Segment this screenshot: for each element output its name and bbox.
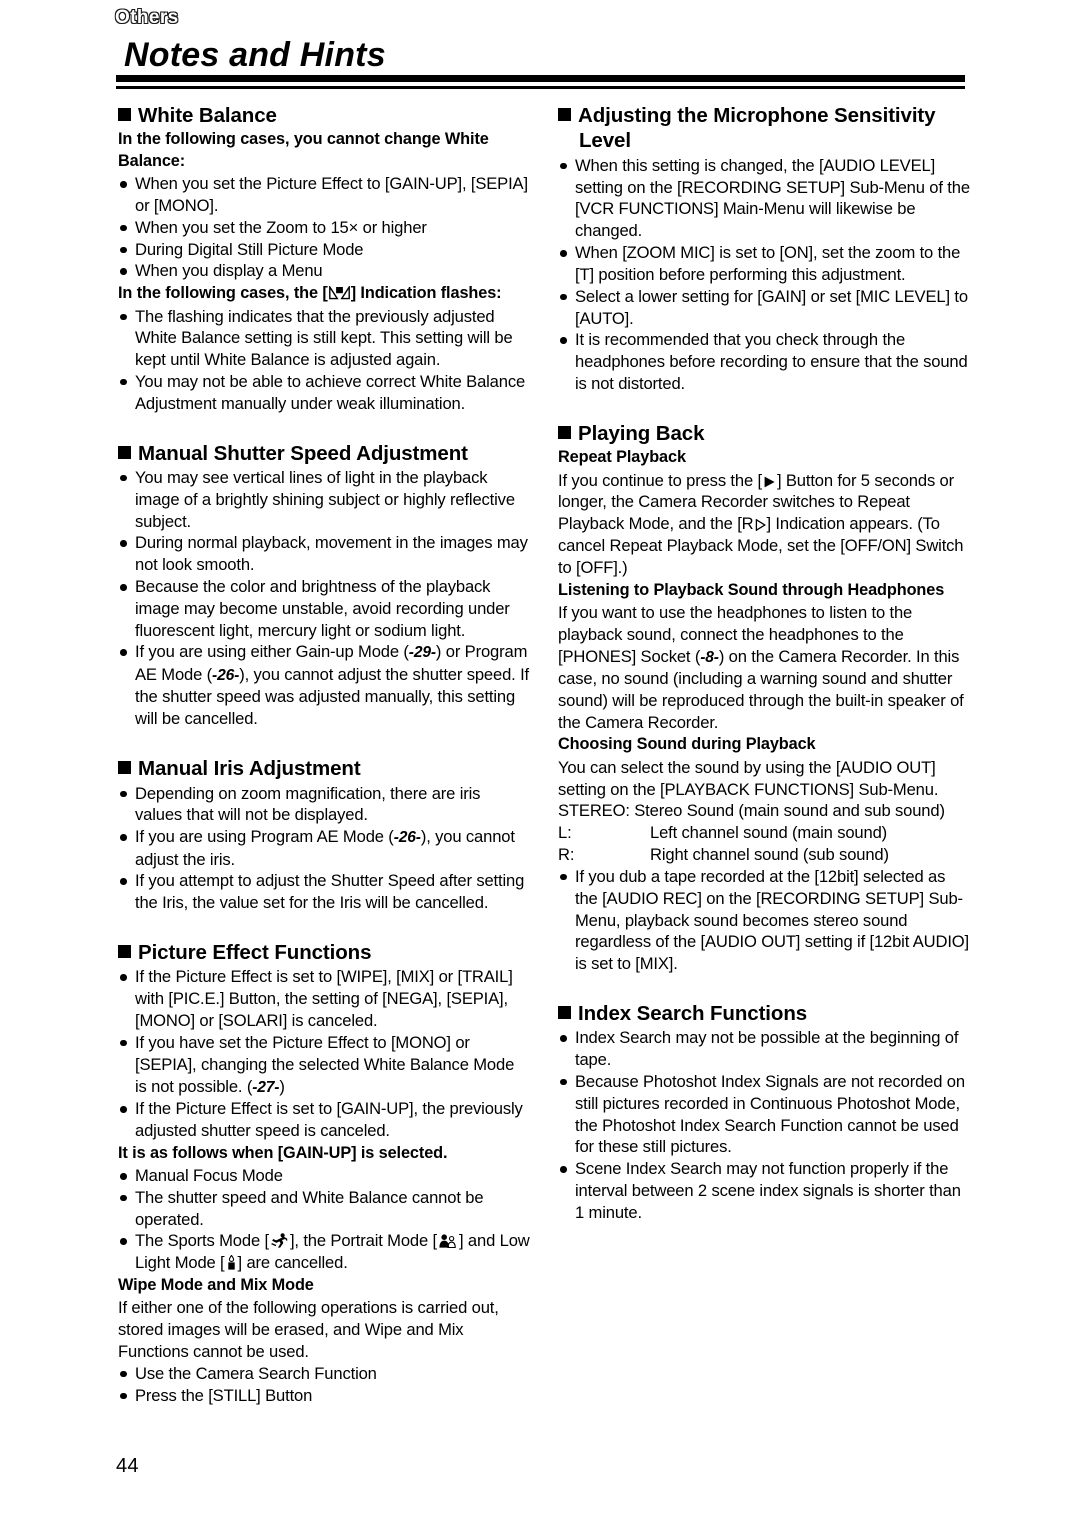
list-item: When you display a Menu xyxy=(118,260,530,282)
repeat-playback-subtitle: Repeat Playback xyxy=(558,448,686,467)
header-rule-thick xyxy=(116,75,965,82)
headphones-paragraph: If you want to use the headphones to lis… xyxy=(558,602,964,732)
section-heading-white-balance: White Balance xyxy=(118,103,530,128)
microphone-sensitivity-bullets: When this setting is changed, the [AUDIO… xyxy=(558,155,970,395)
list-item: Because the color and brightness of the … xyxy=(118,576,530,641)
channel-value: Right channel sound (sub sound) xyxy=(650,845,889,865)
page-reference: -29- xyxy=(408,644,436,662)
sports-mode-icon xyxy=(271,1233,288,1249)
manual-iris-bullets: Depending on zoom magnification, there a… xyxy=(118,783,530,915)
list-item: During Digital Still Picture Mode xyxy=(118,239,530,261)
list-item: The flashing indicates that the previous… xyxy=(118,306,530,371)
manual-page: Others Notes and Hints White Balance In … xyxy=(0,0,1080,1526)
list-item: When [ZOOM MIC] is set to [ON], set the … xyxy=(558,242,970,286)
play-icon xyxy=(763,476,776,488)
bullet-square-icon xyxy=(118,945,131,959)
list-item: You may see vertical lines of light in t… xyxy=(118,467,530,532)
page-reference: -26- xyxy=(212,666,240,684)
wipe-mix-bullets: Use the Camera Search Function Press the… xyxy=(118,1363,530,1407)
list-item: When this setting is changed, the [AUDIO… xyxy=(558,155,970,242)
section-heading-index-search: Index Search Functions xyxy=(558,1001,970,1026)
repeat-play-icon xyxy=(755,519,766,532)
choosing-sound-subtitle: Choosing Sound during Playback xyxy=(558,735,816,754)
list-item: If you have set the Picture Effect to [M… xyxy=(118,1032,530,1098)
list-item: Depending on zoom magnification, there a… xyxy=(118,783,530,827)
list-item: When you set the Picture Effect to [GAIN… xyxy=(118,173,530,217)
channel-key: L: xyxy=(558,823,572,843)
channel-key: R: xyxy=(558,845,575,865)
list-item: The Sports Mode [], the Portrait Mode []… xyxy=(118,1230,530,1274)
page-reference: -26- xyxy=(393,829,421,847)
bullet-square-icon xyxy=(558,108,571,121)
list-item: It is recommended that you check through… xyxy=(558,329,970,394)
repeat-playback-paragraph: If you continue to press the [] Button f… xyxy=(558,470,964,577)
wipe-mix-paragraph: If either one of the following operation… xyxy=(118,1298,499,1362)
list-item: If the Picture Effect is set to [GAIN-UP… xyxy=(118,1098,530,1142)
bullet-square-icon xyxy=(558,425,571,439)
white-balance-bullets-2: The flashing indicates that the previous… xyxy=(118,306,530,415)
section-heading-picture-effect: Picture Effect Functions xyxy=(118,940,530,965)
index-search-bullets: Index Search may not be possible at the … xyxy=(558,1027,970,1223)
list-item: If the Picture Effect is set to [WIPE], … xyxy=(118,966,530,1031)
list-item: Press the [STILL] Button xyxy=(118,1385,530,1407)
section-heading-manual-iris: Manual Iris Adjustment xyxy=(118,756,530,781)
gain-up-lead: It is as follows when [GAIN-UP] is selec… xyxy=(118,1143,448,1162)
list-item: When you set the Zoom to 15× or higher xyxy=(118,217,530,239)
audio-out-right-channel: R: Right channel sound (sub sound) xyxy=(558,844,970,866)
bullet-square-icon xyxy=(118,761,131,775)
list-item: Use the Camera Search Function xyxy=(118,1363,530,1385)
white-balance-bullets-1: When you set the Picture Effect to [GAIN… xyxy=(118,173,530,282)
list-item: Manual Focus Mode xyxy=(118,1165,530,1187)
section-heading-microphone-sensitivity: Adjusting the Microphone Sensitivity Lev… xyxy=(558,103,970,154)
picture-effect-bullets: If the Picture Effect is set to [WIPE], … xyxy=(118,966,530,1141)
headphones-subtitle: Listening to Playback Sound through Head… xyxy=(558,580,945,599)
section-heading-playing-back: Playing Back xyxy=(558,421,970,446)
channel-value: Left channel sound (main sound) xyxy=(650,823,888,843)
list-item: You may not be able to achieve correct W… xyxy=(118,371,530,415)
list-item: If you dub a tape recorded at the [12bit… xyxy=(558,866,970,975)
wipe-mix-lead: Wipe Mode and Mix Mode xyxy=(118,1276,314,1295)
choosing-sound-paragraph: You can select the sound by using the [A… xyxy=(558,757,939,799)
page-title: Notes and Hints xyxy=(124,36,386,74)
white-balance-lead-2: In the following cases, the [] Indicatio… xyxy=(118,284,502,303)
list-item: Index Search may not be possible at the … xyxy=(558,1027,970,1071)
page-number: 44 xyxy=(116,1455,139,1477)
choosing-sound-bullets: If you dub a tape recorded at the [12bit… xyxy=(558,866,970,975)
audio-out-left-channel: L: Left channel sound (main sound) xyxy=(558,822,970,844)
section-heading-manual-shutter-speed: Manual Shutter Speed Adjustment xyxy=(118,441,530,466)
low-light-mode-icon xyxy=(227,1255,236,1270)
list-item: The shutter speed and White Balance cann… xyxy=(118,1187,530,1231)
audio-out-stereo: STEREO: Stereo Sound (main sound and sub… xyxy=(558,801,945,821)
right-column: Adjusting the Microphone Sensitivity Lev… xyxy=(558,103,970,1224)
list-item: Because Photoshot Index Signals are not … xyxy=(558,1071,970,1158)
list-item: If you are using either Gain-up Mode (-2… xyxy=(118,641,530,730)
white-balance-icon xyxy=(328,286,350,300)
bullet-square-icon xyxy=(558,1005,571,1019)
list-item: Select a lower setting for [GAIN] or set… xyxy=(558,286,970,330)
left-column: White Balance In the following cases, yo… xyxy=(118,103,530,1406)
bullet-square-icon xyxy=(118,445,131,459)
list-item: If you are using Program AE Mode (-26-),… xyxy=(118,826,530,870)
list-item: During normal playback, movement in the … xyxy=(118,532,530,576)
manual-shutter-speed-bullets: You may see vertical lines of light in t… xyxy=(118,467,530,730)
chapter-tab: Others xyxy=(114,6,179,29)
list-item: Scene Index Search may not function prop… xyxy=(558,1158,970,1223)
white-balance-lead-1: In the following cases, you cannot chang… xyxy=(118,130,489,170)
page-reference: -27- xyxy=(252,1078,280,1096)
list-item: If you attempt to adjust the Shutter Spe… xyxy=(118,870,530,914)
header-rule-thin xyxy=(116,86,965,89)
bullet-square-icon xyxy=(118,108,131,121)
page-reference: -8- xyxy=(700,648,719,666)
portrait-mode-icon xyxy=(439,1234,457,1249)
gain-up-bullets: Manual Focus Mode The shutter speed and … xyxy=(118,1165,530,1274)
